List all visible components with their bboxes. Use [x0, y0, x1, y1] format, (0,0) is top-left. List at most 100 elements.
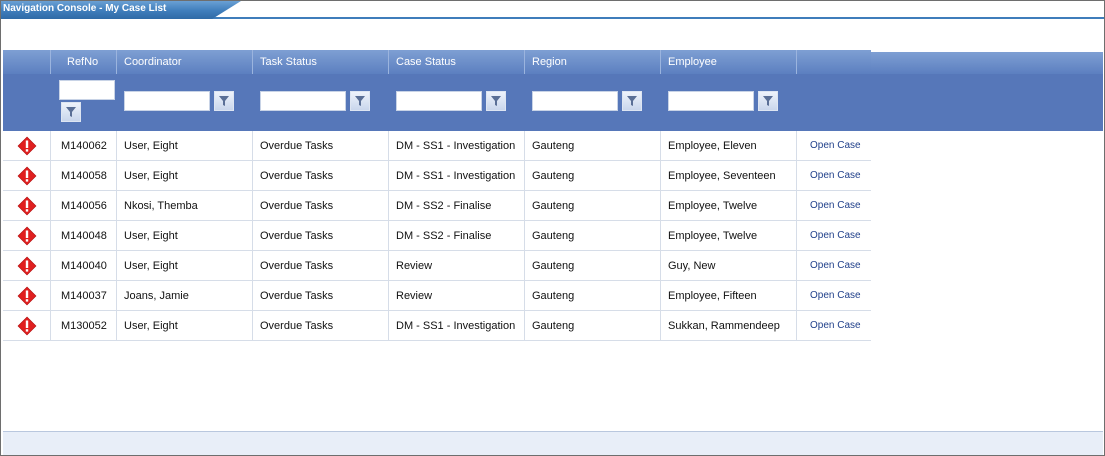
col-header-coordinator[interactable]: Coordinator	[117, 50, 253, 74]
row-warning-cell	[3, 251, 51, 281]
col-header-region[interactable]: Region	[525, 50, 661, 74]
cell-employee: Employee, Seventeen	[661, 161, 797, 191]
col-header-action	[797, 50, 871, 74]
cell-region: Gauteng	[525, 281, 661, 311]
filter-button-refno[interactable]	[61, 102, 81, 122]
filter-input-case-status[interactable]	[396, 91, 482, 111]
filter-button-case-status[interactable]	[486, 91, 506, 111]
table-row[interactable]: M140040 User, Eight Overdue Tasks Review…	[3, 251, 871, 281]
exclamation-icon	[17, 286, 37, 306]
grid-header-extension	[871, 52, 1103, 74]
col-header-icon	[3, 50, 51, 74]
filter-button-coordinator[interactable]	[214, 91, 234, 111]
filter-input-task-status[interactable]	[260, 91, 346, 111]
cell-refno: M140056	[51, 191, 117, 221]
open-case-link[interactable]: Open Case	[797, 221, 871, 251]
cell-coordinator: Nkosi, Themba	[117, 191, 253, 221]
exclamation-icon	[17, 256, 37, 276]
cell-coordinator: User, Eight	[117, 161, 253, 191]
table-row[interactable]: M140048 User, Eight Overdue Tasks DM - S…	[3, 221, 871, 251]
col-header-refno[interactable]: RefNo	[51, 50, 117, 74]
funnel-icon	[491, 96, 501, 106]
grid-header: RefNo Coordinator Task Status Case Statu…	[3, 50, 871, 74]
table-row[interactable]: M130052 User, Eight Overdue Tasks DM - S…	[3, 311, 871, 341]
open-case-link[interactable]: Open Case	[797, 281, 871, 311]
table-row[interactable]: M140037 Joans, Jamie Overdue Tasks Revie…	[3, 281, 871, 311]
table-row[interactable]: M140058 User, Eight Overdue Tasks DM - S…	[3, 161, 871, 191]
cell-case-status: DM - SS2 - Finalise	[389, 221, 525, 251]
exclamation-icon	[17, 226, 37, 246]
funnel-icon	[627, 96, 637, 106]
row-warning-cell	[3, 191, 51, 221]
cell-employee: Employee, Twelve	[661, 221, 797, 251]
cell-employee: Sukkan, Rammendeep	[661, 311, 797, 341]
row-warning-cell	[3, 161, 51, 191]
cell-coordinator: User, Eight	[117, 251, 253, 281]
cell-task-status: Overdue Tasks	[253, 221, 389, 251]
cell-employee: Guy, New	[661, 251, 797, 281]
funnel-icon	[763, 96, 773, 106]
cell-coordinator: User, Eight	[117, 311, 253, 341]
exclamation-icon	[17, 166, 37, 186]
title-bar: Navigation Console - My Case List	[1, 1, 1104, 19]
open-case-link[interactable]: Open Case	[797, 131, 871, 161]
row-warning-cell	[3, 221, 51, 251]
cell-refno: M130052	[51, 311, 117, 341]
cell-coordinator: Joans, Jamie	[117, 281, 253, 311]
table-row[interactable]: M140056 Nkosi, Themba Overdue Tasks DM -…	[3, 191, 871, 221]
open-case-link[interactable]: Open Case	[797, 191, 871, 221]
open-case-link[interactable]: Open Case	[797, 311, 871, 341]
col-header-task-status[interactable]: Task Status	[253, 50, 389, 74]
cell-region: Gauteng	[525, 221, 661, 251]
row-warning-cell	[3, 311, 51, 341]
exclamation-icon	[17, 136, 37, 156]
filter-input-region[interactable]	[532, 91, 618, 111]
cell-coordinator: User, Eight	[117, 221, 253, 251]
filter-button-region[interactable]	[622, 91, 642, 111]
cell-employee: Employee, Twelve	[661, 191, 797, 221]
filter-input-refno[interactable]	[59, 80, 115, 100]
funnel-icon	[219, 96, 229, 106]
cell-region: Gauteng	[525, 191, 661, 221]
cell-region: Gauteng	[525, 131, 661, 161]
filter-button-employee[interactable]	[758, 91, 778, 111]
cell-refno: M140058	[51, 161, 117, 191]
exclamation-icon	[17, 316, 37, 336]
funnel-icon	[66, 107, 76, 117]
funnel-icon	[355, 96, 365, 106]
cell-task-status: Overdue Tasks	[253, 161, 389, 191]
cell-case-status: Review	[389, 281, 525, 311]
table-row[interactable]: M140062 User, Eight Overdue Tasks DM - S…	[3, 131, 871, 161]
cell-employee: Employee, Eleven	[661, 131, 797, 161]
cell-refno: M140040	[51, 251, 117, 281]
cell-case-status: DM - SS1 - Investigation	[389, 311, 525, 341]
cell-case-status: Review	[389, 251, 525, 281]
exclamation-icon	[17, 196, 37, 216]
cell-task-status: Overdue Tasks	[253, 311, 389, 341]
open-case-link[interactable]: Open Case	[797, 161, 871, 191]
cell-coordinator: User, Eight	[117, 131, 253, 161]
col-header-case-status[interactable]: Case Status	[389, 50, 525, 74]
grid-footer	[3, 431, 1103, 455]
cell-refno: M140048	[51, 221, 117, 251]
cell-case-status: DM - SS1 - Investigation	[389, 131, 525, 161]
filter-bar	[3, 74, 1103, 131]
cell-region: Gauteng	[525, 161, 661, 191]
filter-input-employee[interactable]	[668, 91, 754, 111]
cell-case-status: DM - SS2 - Finalise	[389, 191, 525, 221]
cell-refno: M140062	[51, 131, 117, 161]
case-list-window: Navigation Console - My Case List RefNo …	[0, 0, 1105, 456]
cell-region: Gauteng	[525, 311, 661, 341]
cell-task-status: Overdue Tasks	[253, 251, 389, 281]
cell-task-status: Overdue Tasks	[253, 281, 389, 311]
row-warning-cell	[3, 131, 51, 161]
open-case-link[interactable]: Open Case	[797, 251, 871, 281]
cell-refno: M140037	[51, 281, 117, 311]
row-warning-cell	[3, 281, 51, 311]
cell-case-status: DM - SS1 - Investigation	[389, 161, 525, 191]
filter-input-coordinator[interactable]	[124, 91, 210, 111]
filter-button-task-status[interactable]	[350, 91, 370, 111]
cell-region: Gauteng	[525, 251, 661, 281]
col-header-employee[interactable]: Employee	[661, 50, 797, 74]
cell-employee: Employee, Fifteen	[661, 281, 797, 311]
